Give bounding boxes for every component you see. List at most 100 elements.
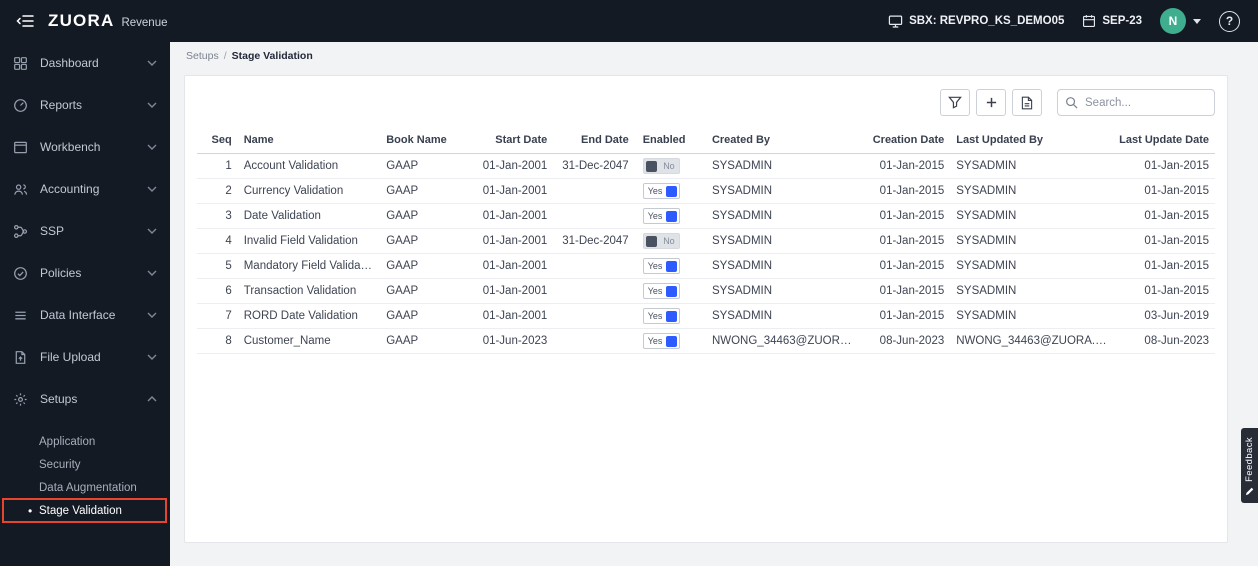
cell-book: GAAP [380,228,467,254]
column-header-created-by[interactable]: Created By [705,128,859,154]
cell-update_date: 01-Jan-2015 [1113,253,1215,279]
cell-end: 31-Dec-2047 [553,153,635,179]
sidebar-collapse-button[interactable] [12,10,38,32]
toggle-knob [665,285,677,297]
toggle-knob [665,185,677,197]
cell-enabled: Yes [634,253,706,279]
cell-book: GAAP [380,178,467,204]
table-row[interactable]: 6 Transaction Validation GAAP 01-Jan-2001 Ye… [197,278,1215,304]
cell-enabled: Yes [634,303,706,329]
cell-updated_by: SYSADMIN [950,253,1114,279]
stage-validation-table: Seq Name Book Name Start Date End Date E… [197,128,1215,354]
column-header-name[interactable]: Name [237,128,381,154]
chevron-down-icon [147,60,157,66]
enabled-toggle[interactable]: Yes [642,208,680,224]
column-header-end-date[interactable]: End Date [553,128,635,154]
cell-created_by: SYSADMIN [705,303,859,329]
help-icon: ? [1225,14,1234,28]
sidebar-item-accounting[interactable]: Accounting [0,168,170,210]
cell-book: GAAP [380,153,467,179]
column-header-start-date[interactable]: Start Date [466,128,554,154]
search-box [1057,89,1215,116]
sidebar-item-security[interactable]: Security [0,453,170,476]
enabled-toggle[interactable]: Yes [642,258,680,274]
cell-updated_by: SYSADMIN [950,203,1114,229]
table-row[interactable]: 1 Account Validation GAAP 01-Jan-2001 31-Dec… [197,153,1215,179]
cell-created_by: SYSADMIN [705,153,859,179]
cell-name: Currency Validation [237,178,381,204]
column-header-book-name[interactable]: Book Name [380,128,467,154]
table-row[interactable]: 2 Currency Validation GAAP 01-Jan-2001 Yes SY… [197,178,1215,204]
sidebar-item-data-augmentation[interactable]: Data Augmentation [0,476,170,499]
period-selector[interactable]: SEP-23 [1082,14,1142,28]
cell-start: 01-Jun-2023 [466,328,554,354]
table-row[interactable]: 3 Date Validation GAAP 01-Jan-2001 Yes SYSADM… [197,203,1215,229]
toggle-state-label: Yes [647,285,663,296]
enabled-toggle[interactable]: Yes [642,333,680,349]
cell-enabled: Yes [634,178,706,204]
table-row[interactable]: 8 Customer_Name GAAP 01-Jun-2023 Yes NWONG_34… [197,328,1215,354]
cell-created_by: SYSADMIN [705,203,859,229]
column-header-last-update-date[interactable]: Last Update Date [1113,128,1215,154]
enabled-toggle[interactable]: No [642,233,680,249]
enabled-toggle[interactable]: No [642,158,680,174]
sidebar-item-label: Policies [40,266,82,280]
user-menu[interactable]: N [1160,8,1201,34]
export-button[interactable] [1012,89,1042,116]
sidebar-item-file-upload[interactable]: File Upload [0,336,170,378]
column-header-last-updated-by[interactable]: Last Updated By [950,128,1114,154]
environment-indicator[interactable]: SBX: REVPRO_KS_DEMO05 [888,14,1064,29]
table-body: 1 Account Validation GAAP 01-Jan-2001 31-Dec… [197,153,1215,354]
cell-book: GAAP [380,303,467,329]
table-row[interactable]: 7 RORD Date Validation GAAP 01-Jan-2001 Yes S… [197,303,1215,329]
cell-name: Customer_Name [237,328,381,354]
column-header-enabled[interactable]: Enabled [634,128,706,154]
cell-enabled: Yes [634,278,706,304]
sidebar-item-label: File Upload [40,350,101,364]
toggle-state-label: Yes [647,260,663,271]
table-row[interactable]: 5 Mandatory Field Validation GAAP 01-Jan-20… [197,253,1215,279]
chevron-down-icon [147,186,157,192]
feedback-tab[interactable]: Feedback [1241,428,1258,503]
column-header-seq[interactable]: Seq [197,128,238,154]
sidebar-item-setups[interactable]: Setups [0,378,170,420]
sidebar-item-stage-validation[interactable]: • Stage Validation [0,498,170,523]
data-interface-icon [13,308,29,323]
cell-name: RORD Date Validation [237,303,381,329]
enabled-toggle[interactable]: Yes [642,283,680,299]
sidebar-item-label: Dashboard [40,56,99,70]
add-button[interactable] [976,89,1006,116]
enabled-toggle[interactable]: Yes [642,183,680,199]
breadcrumb-current: Stage Validation [231,49,313,62]
cell-seq: 1 [197,153,238,179]
column-header-creation-date[interactable]: Creation Date [858,128,951,154]
cell-start: 01-Jan-2001 [466,228,554,254]
sidebar-item-reports[interactable]: Reports [0,84,170,126]
enabled-toggle[interactable]: Yes [642,308,680,324]
breadcrumb-separator: / [223,49,227,62]
cell-updated_by: NWONG_34463@ZUORA.COM [950,328,1114,354]
sidebar-item-ssp[interactable]: SSP [0,210,170,252]
filter-button[interactable] [940,89,970,116]
cell-name: Account Validation [237,153,381,179]
sidebar-item-workbench[interactable]: Workbench [0,126,170,168]
cell-seq: 5 [197,253,238,279]
product-name: Revenue [121,16,168,29]
cell-seq: 7 [197,303,238,329]
breadcrumb-setups[interactable]: Setups [186,50,219,62]
feedback-label: Feedback [1244,437,1255,482]
table-row[interactable]: 4 Invalid Field Validation GAAP 01-Jan-2001… [197,228,1215,254]
chevron-down-icon [147,270,157,276]
sidebar-item-policies[interactable]: Policies [0,252,170,294]
sidebar-item-data-interface[interactable]: Data Interface [0,294,170,336]
help-button[interactable]: ? [1219,10,1240,32]
cell-updated_by: SYSADMIN [950,278,1114,304]
environment-label: SBX: REVPRO_KS_DEMO05 [909,15,1065,27]
search-input[interactable] [1057,89,1215,116]
sidebar-item-dashboard[interactable]: Dashboard [0,42,170,84]
period-label: SEP-23 [1102,15,1142,27]
chevron-down-icon [147,102,157,108]
topbar: ZUORA Revenue SBX: REVPRO_KS_DEMO05 SEP-… [0,0,1258,42]
sidebar-item-application[interactable]: Application [0,430,170,453]
toggle-state-label: No [663,160,675,171]
